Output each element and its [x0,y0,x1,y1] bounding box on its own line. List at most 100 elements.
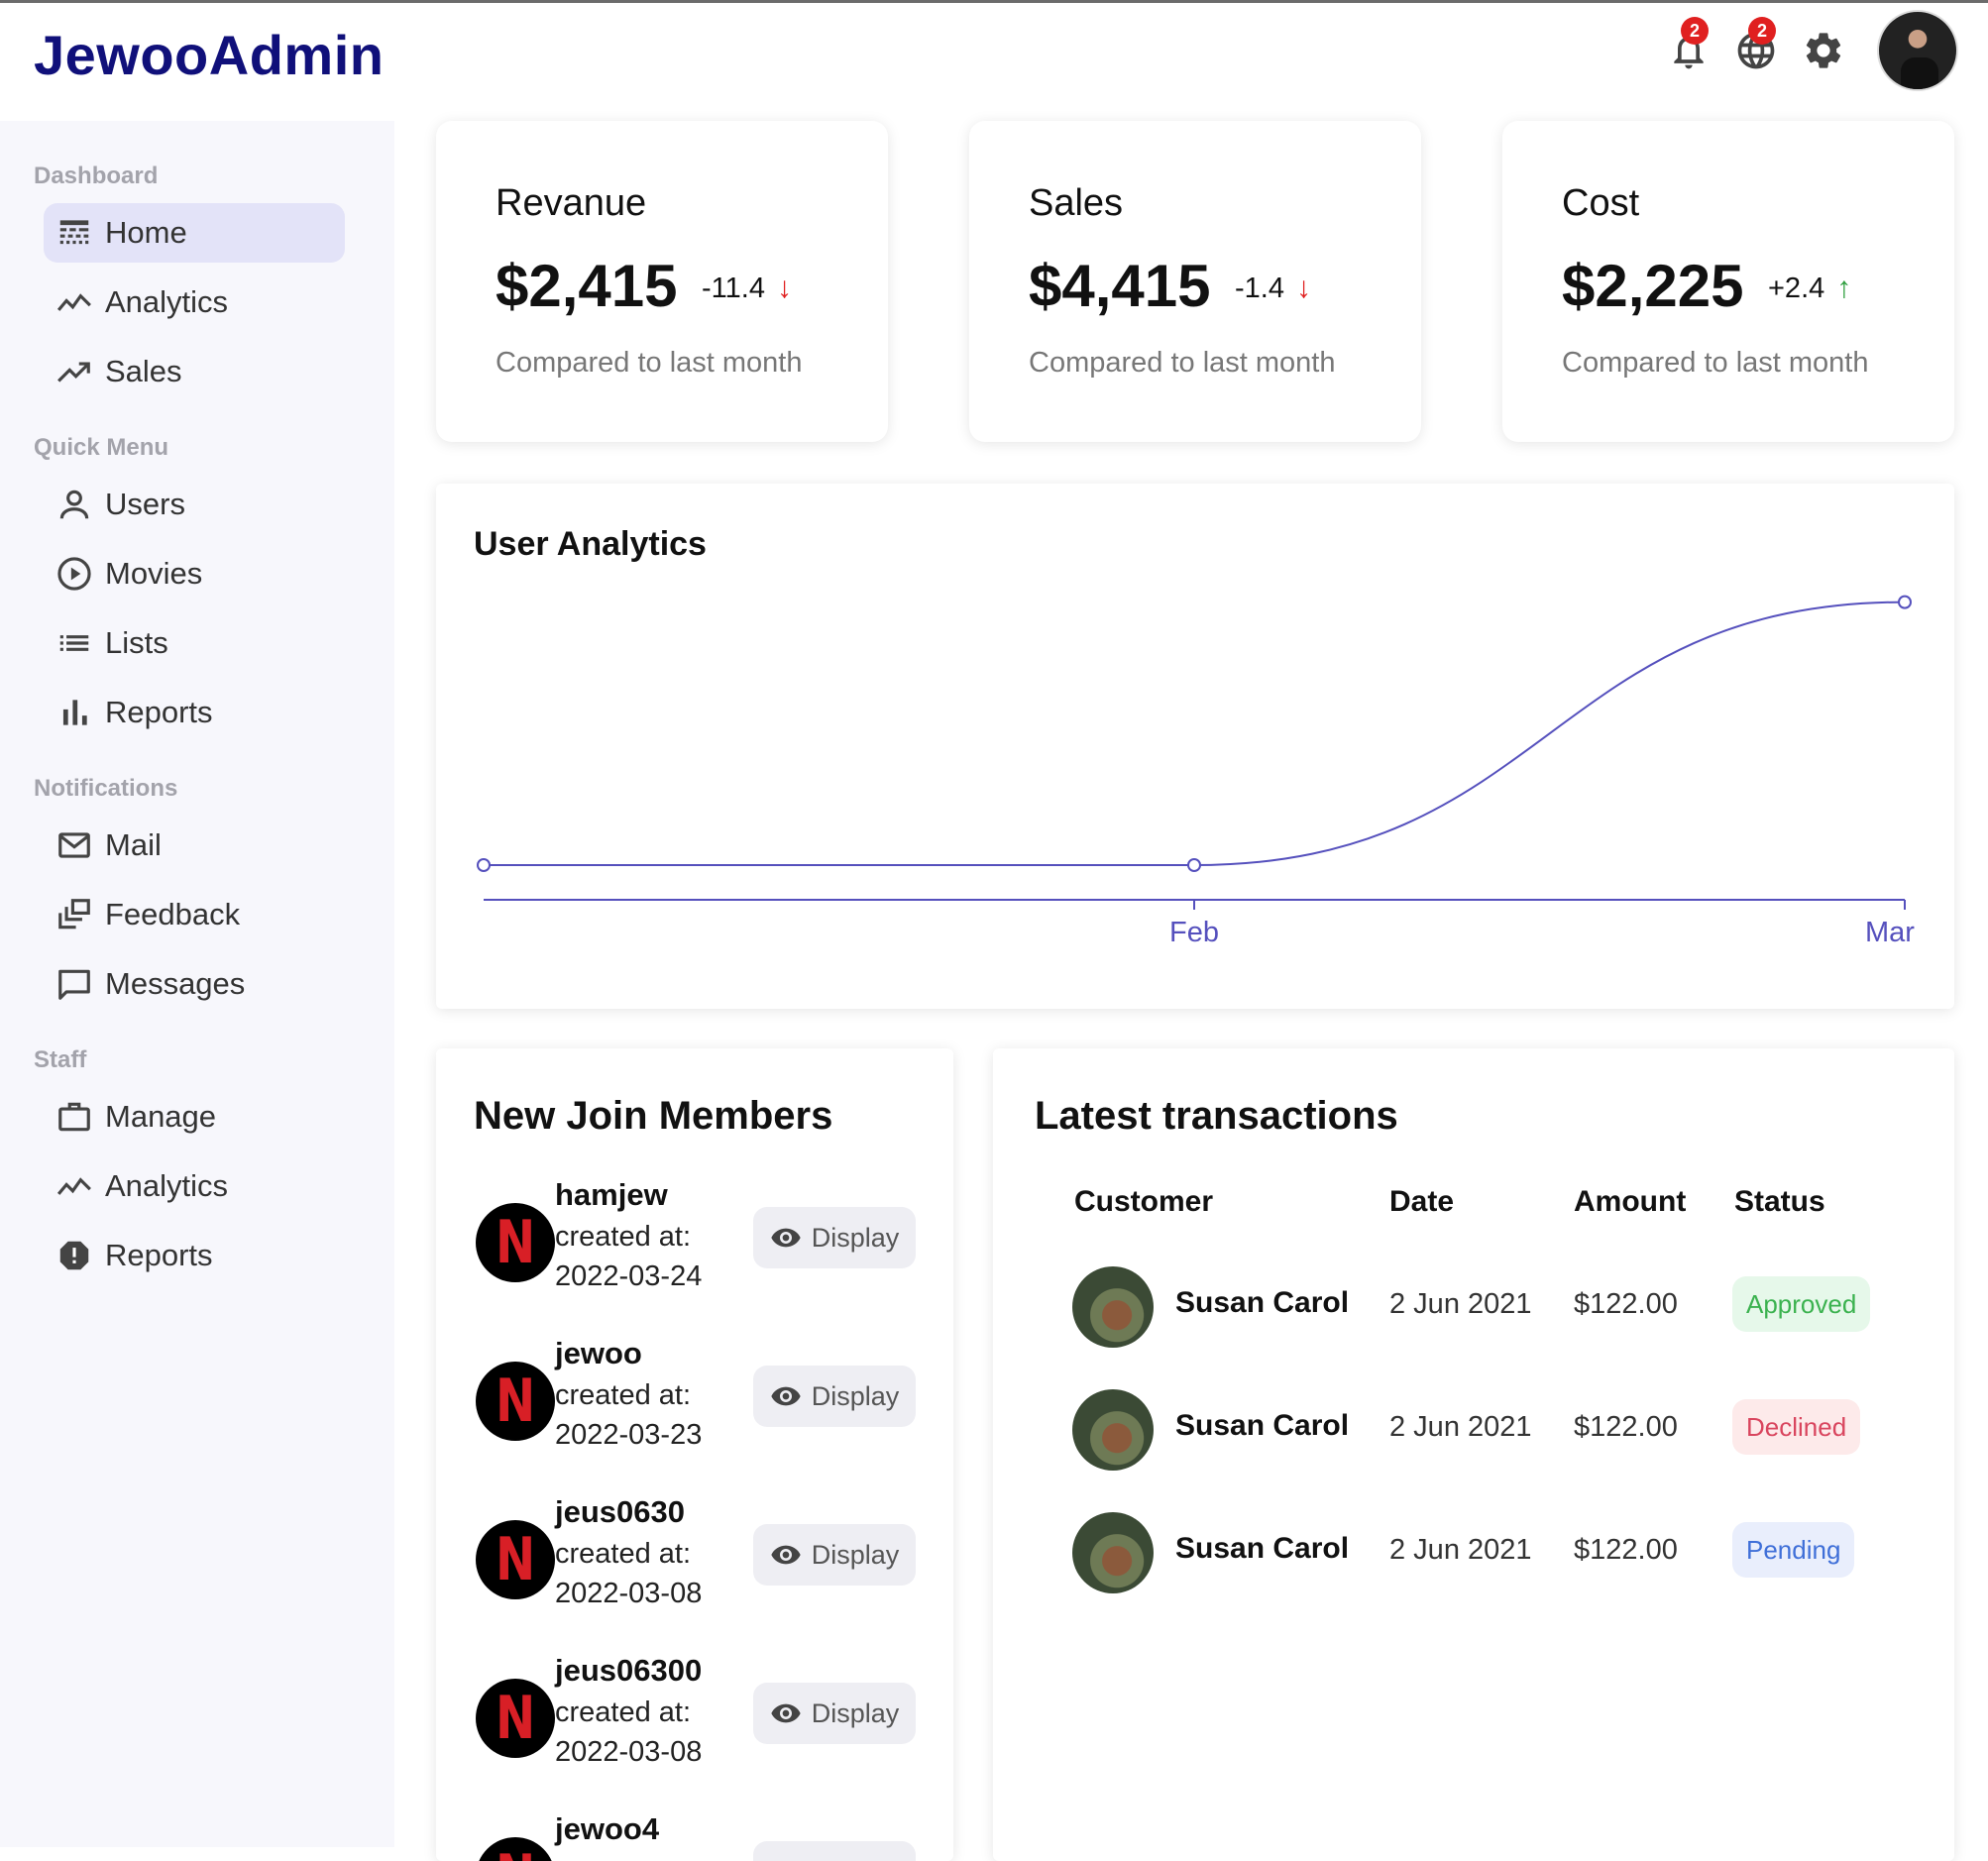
sidebar-section-notifications: Notifications [34,775,177,803]
transaction-date: 2 Jun 2021 [1389,1534,1532,1567]
transaction-amount: $122.00 [1574,1411,1678,1444]
list-item: N jewoo created at: 2022-03-23 Display [476,1342,922,1471]
created-date: 2022-03-08 [555,1574,702,1613]
user-icon [55,486,93,523]
display-button-label: Display [812,1381,900,1412]
language-button[interactable]: 2 [1730,25,1782,76]
series-line [484,602,1905,865]
member-username: jeus0630 [555,1494,685,1530]
transaction-amount: $122.00 [1574,1534,1678,1567]
members-title: New Join Members [474,1094,832,1139]
created-label: created at: [555,1534,702,1574]
sidebar-item-analytics[interactable]: Analytics [44,273,345,332]
kpi-card-revenue: Revanue $2,415 -11.4 ↓ Compared to last … [436,121,888,442]
notifications-badge: 2 [1681,17,1709,45]
list-item: N jeus0630 created at: 2022-03-08 Displa… [476,1500,922,1629]
eye-icon [770,1856,802,1861]
status-badge[interactable]: Declined [1732,1399,1860,1455]
sidebar-item-label: Movies [105,556,202,592]
created-label: created at: [555,1375,702,1415]
member-created: created at: 2022-03-23 [555,1375,702,1455]
kpi-value: $4,415 [1029,252,1211,320]
netflix-logo-icon: N [476,1679,555,1758]
display-button[interactable]: Display [753,1366,916,1427]
kpi-delta: -1.4 ↓ [1235,272,1311,305]
display-button[interactable]: Display [753,1841,916,1861]
notifications-button[interactable]: 2 [1663,25,1714,76]
settings-button[interactable] [1798,25,1849,76]
list-item: N jeus06300 created at: 2022-03-08 Displ… [476,1659,922,1788]
kpi-subtitle: Compared to last month [1029,347,1335,380]
column-header-amount: Amount [1574,1185,1686,1219]
data-point[interactable] [478,859,490,871]
sidebar-item-label: Home [105,215,187,251]
data-point[interactable] [1899,597,1911,608]
display-button[interactable]: Display [753,1207,916,1268]
column-header-date: Date [1389,1185,1454,1219]
sidebar-item-label: Feedback [105,897,240,932]
kpi-subtitle: Compared to last month [1562,347,1868,380]
kpi-delta-value: -11.4 [702,273,765,305]
member-username: hamjew [555,1177,668,1213]
sidebar-item-staff-analytics[interactable]: Analytics [44,1156,345,1216]
dynamic-feed-icon [55,896,93,933]
sidebar-item-mail[interactable]: Mail [44,816,345,875]
app-logo[interactable]: JewooAdmin [34,23,384,87]
timeline-icon [55,283,93,321]
customer-avatar [1072,1266,1154,1348]
eye-icon [770,1539,802,1571]
eye-icon [770,1697,802,1729]
display-button[interactable]: Display [753,1524,916,1586]
eye-icon [770,1380,802,1412]
customer-name: Susan Carol [1175,1286,1349,1320]
kpi-delta: +2.4 ↑ [1768,272,1851,305]
sidebar-item-label: Users [105,487,185,522]
display-button[interactable]: Display [753,1683,916,1744]
sidebar-item-users[interactable]: Users [44,475,345,534]
data-point[interactable] [1188,859,1200,871]
sidebar-item-home[interactable]: Home [44,203,345,263]
list-icon [55,624,93,662]
table-row: Susan Carol 2 Jun 2021 $122.00 Declined [1072,1389,1925,1471]
kpi-card-cost: Cost $2,225 +2.4 ↑ Compared to last mont… [1502,121,1954,442]
sidebar-item-movies[interactable]: Movies [44,544,345,603]
sidebar-item-lists[interactable]: Lists [44,613,345,673]
table-row: Susan Carol 2 Jun 2021 $122.00 Approved [1072,1266,1925,1348]
status-badge[interactable]: Pending [1732,1522,1854,1578]
sidebar-item-manage[interactable]: Manage [44,1087,345,1147]
transaction-amount: $122.00 [1574,1288,1678,1321]
sidebar-item-label: Reports [105,1238,213,1273]
home-icon [55,214,93,252]
play-circle-icon [55,555,93,593]
customer-name: Susan Carol [1175,1532,1349,1566]
x-tick-label: Feb [1169,917,1219,948]
user-analytics-card: User Analytics FebMar [436,484,1954,1009]
arrow-down-icon: ↓ [777,272,792,305]
netflix-logo-icon: N [476,1362,555,1441]
sidebar-item-feedback[interactable]: Feedback [44,885,345,944]
kpi-title: Revanue [496,182,646,225]
sidebar-item-sales[interactable]: Sales [44,342,345,401]
sidebar-item-messages[interactable]: Messages [44,954,345,1014]
sidebar-item-label: Sales [105,354,182,389]
created-label: created at: [555,1693,702,1732]
x-tick-label: Mar [1865,917,1915,948]
sidebar-item-label: Analytics [105,1168,228,1204]
member-username: jewoo [555,1336,642,1371]
arrow-up-icon: ↑ [1836,272,1851,305]
mail-icon [55,826,93,864]
language-badge: 2 [1748,17,1776,45]
sidebar-item-reports[interactable]: Reports [44,683,345,742]
kpi-delta: -11.4 ↓ [702,272,792,305]
list-item: N hamjew created at: 2022-03-24 Display [476,1183,922,1312]
customer-avatar [1072,1389,1154,1471]
chat-bubble-icon [55,965,93,1003]
user-avatar[interactable] [1877,10,1958,91]
kpi-title: Sales [1029,182,1123,225]
member-created: created at: 2022-03-08 [555,1693,702,1772]
sidebar-item-staff-reports[interactable]: Reports [44,1226,345,1285]
member-created: created at: 2022-03-24 [555,1217,702,1296]
kpi-card-sales: Sales $4,415 -1.4 ↓ Compared to last mon… [969,121,1421,442]
status-badge[interactable]: Approved [1732,1276,1870,1332]
sidebar-item-label: Messages [105,966,245,1002]
